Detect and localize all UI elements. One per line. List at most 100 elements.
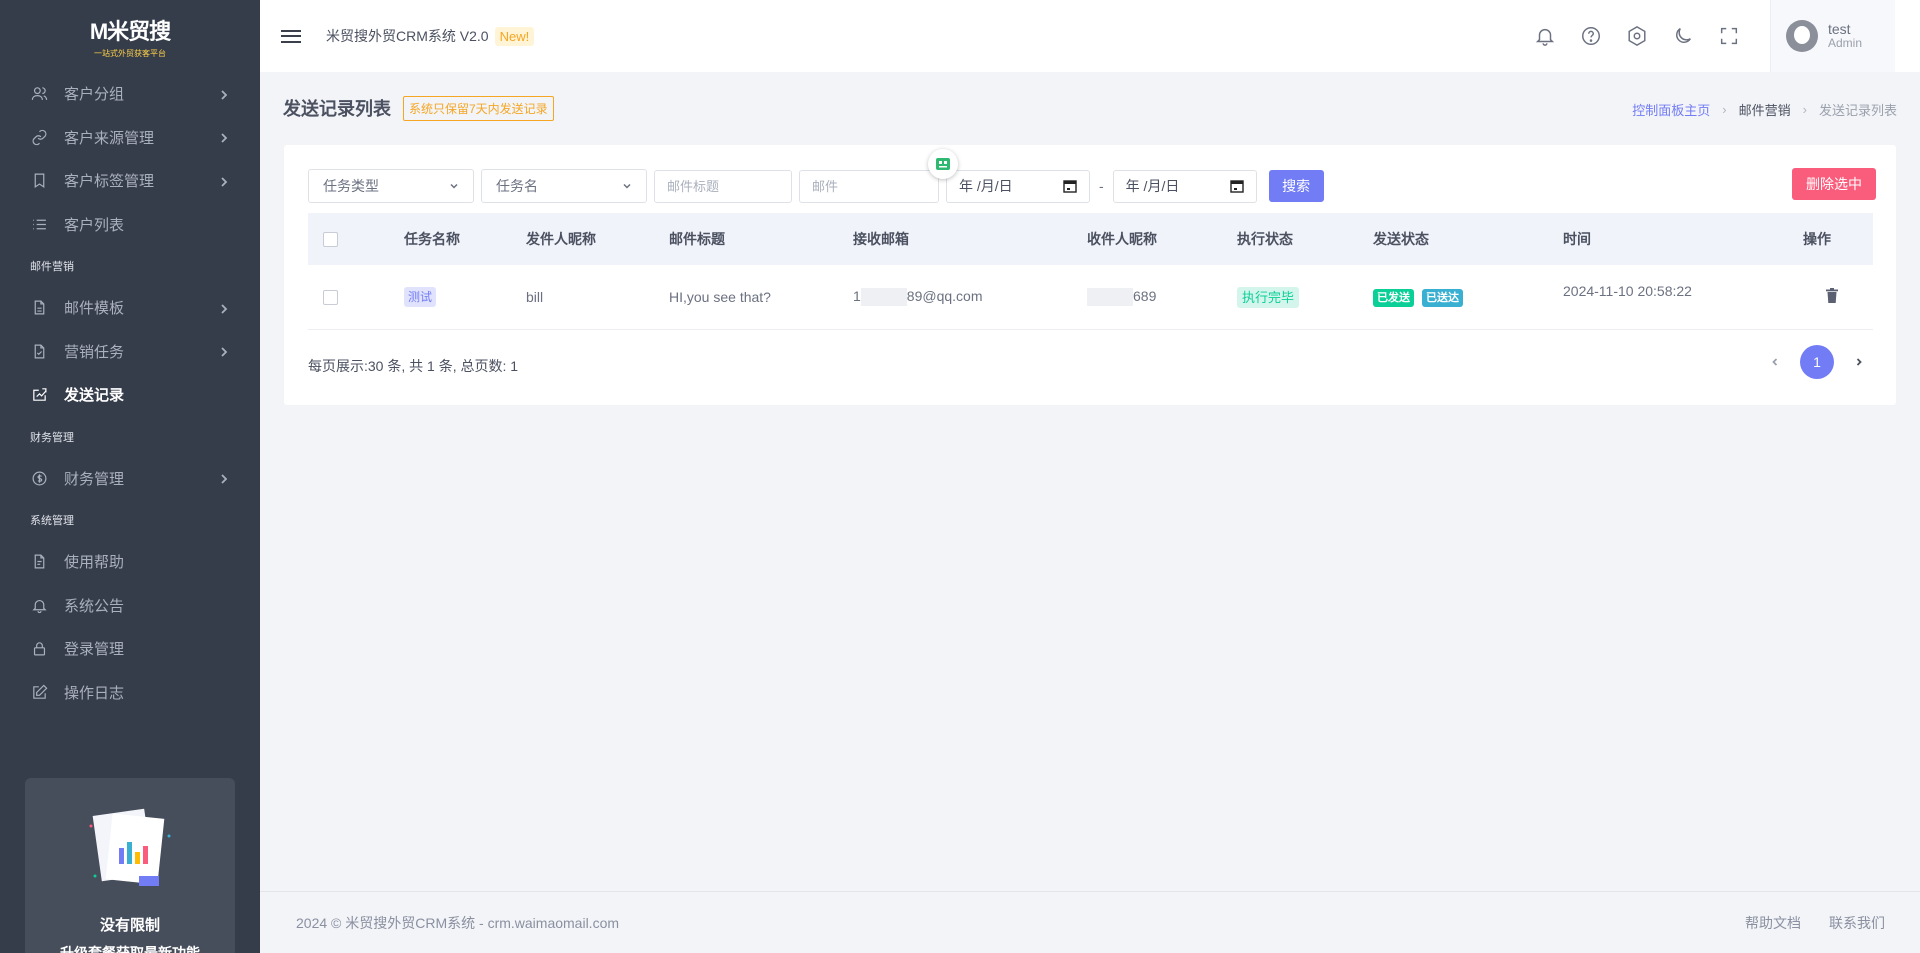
task-name-value: 任务名 [496, 178, 538, 194]
column-header: 收件人昵称 [1087, 231, 1157, 247]
dollar-icon [30, 469, 48, 487]
bell-icon[interactable] [1534, 25, 1556, 47]
help-icon[interactable] [1580, 25, 1602, 47]
sidebar-item-help[interactable]: 使用帮助 [0, 540, 260, 584]
new-badge: New! [494, 26, 535, 46]
sidebar-item-marketing-tasks[interactable]: 营销任务 [0, 330, 260, 374]
breadcrumb: 控制面板主页 › 邮件营销 › 发送记录列表 [1632, 100, 1897, 119]
subject-input[interactable] [654, 169, 792, 203]
sidebar-item-mail-templates[interactable]: 邮件模板 [0, 286, 260, 330]
fullscreen-icon[interactable] [1718, 25, 1740, 47]
breadcrumb-current: 发送记录列表 [1818, 103, 1897, 118]
sidebar-item-customer-list[interactable]: 客户列表 [0, 203, 260, 247]
page-title-bar: 发送记录列表 系统只保留7天内发送记录 控制面板主页 › 邮件营销 › 发送记录… [283, 94, 1897, 122]
row-checkbox[interactable] [323, 290, 338, 306]
recipient-suffix: 689 [1133, 287, 1157, 304]
upgrade-promo[interactable]: 没有限制 升级套餐获取最新功能 [25, 778, 235, 953]
redaction-mask [860, 287, 907, 306]
email-prefix: 1 [853, 287, 861, 304]
start-date-value: 年 /月/日 [959, 178, 1013, 194]
chevron-right-icon [218, 345, 230, 357]
filter-bar: 任务类型 任务名 年 /月/日 - 年 /月/日 搜索 [308, 169, 1324, 203]
end-date-input[interactable]: 年 /月/日 [1112, 169, 1257, 203]
sidebar-nav: 客户分组 客户来源管理 客户标签管理 客户列表 邮件营销 邮件模板 营销任务 发… [0, 72, 260, 714]
calendar-icon [1229, 180, 1244, 193]
bell-icon [30, 596, 48, 614]
edit-icon [30, 683, 48, 701]
sidebar-item-label: 财务管理 [64, 470, 125, 488]
chevron-left-icon[interactable] [1758, 345, 1792, 379]
recipient-email-cell: 1 89@qq.com [853, 265, 1087, 329]
search-button[interactable]: 搜索 [1268, 170, 1324, 202]
sidebar-item-label: 客户分组 [64, 86, 125, 104]
header-icons [1510, 0, 1740, 72]
sidebar-item-operation-log[interactable]: 操作日志 [0, 671, 260, 715]
avatar [1786, 20, 1818, 52]
trash-icon[interactable] [1825, 287, 1839, 306]
logo[interactable]: M米贸搜 一站式外贸获客平台 [0, 0, 260, 72]
sidebar-item-customer-tags[interactable]: 客户标签管理 [0, 159, 260, 203]
sidebar-item-label: 邮件模板 [64, 300, 125, 318]
sender-cell: bill [526, 288, 544, 305]
pagination: 1 [1758, 345, 1876, 379]
records-table: 任务名称 发件人昵称 邮件标题 接收邮箱 收件人昵称 执行状态 发送状态 时间 … [308, 213, 1873, 330]
sidebar-item-label: 客户来源管理 [64, 129, 155, 147]
delete-selected-button[interactable]: 删除选中 [1792, 168, 1876, 200]
sidebar-section-system: 系统管理 [30, 515, 74, 527]
sidebar-item-label: 系统公告 [64, 597, 125, 615]
retention-badge: 系统只保留7天内发送记录 [403, 95, 554, 121]
sidebar-item-label: 登录管理 [64, 641, 125, 659]
menu-toggle-icon[interactable] [281, 26, 301, 46]
records-card: 任务类型 任务名 年 /月/日 - 年 /月/日 搜索 删除选中 任务名称 发件… [284, 145, 1896, 405]
time-cell: 2024-11-10 20:58:22 [1563, 283, 1692, 299]
chevron-right-icon[interactable] [1842, 345, 1876, 379]
task-icon [30, 342, 48, 360]
promo-subtitle: 升级套餐获取最新功能 [60, 945, 200, 953]
task-type-select[interactable]: 任务类型 [308, 169, 474, 203]
page-number-button[interactable]: 1 [1800, 345, 1834, 379]
page-title: 发送记录列表 [283, 99, 391, 119]
column-header: 执行状态 [1237, 231, 1293, 247]
end-date-value: 年 /月/日 [1125, 178, 1180, 194]
sidebar-item-finance[interactable]: 财务管理 [0, 457, 260, 501]
promo-title: 没有限制 [99, 917, 160, 934]
moon-icon[interactable] [1672, 25, 1694, 47]
sidebar-item-send-records[interactable]: 发送记录 [0, 373, 260, 417]
doc-icon [30, 553, 48, 571]
sidebar-item-login-management[interactable]: 登录管理 [0, 627, 260, 671]
sidebar-item-announcements[interactable]: 系统公告 [0, 584, 260, 628]
redaction-mask [1087, 287, 1133, 306]
topbar: 米贸搜外贸CRM系统 V2.0 New! test Admin [260, 0, 1920, 72]
breadcrumb-section[interactable]: 邮件营销 [1739, 100, 1791, 119]
chevron-right-icon [218, 302, 230, 314]
breadcrumb-home[interactable]: 控制面板主页 [1632, 100, 1710, 119]
settings-icon[interactable] [1626, 25, 1648, 47]
footer: 2024 © 米贸搜外贸CRM系统 - crm.waimaomail.com 帮… [260, 891, 1920, 953]
date-range-separator: - [1099, 178, 1104, 194]
column-header: 操作 [1803, 231, 1831, 247]
sidebar: M米贸搜 一站式外贸获客平台 客户分组 客户来源管理 客户标签管理 客户列表 邮… [0, 0, 260, 953]
user-menu[interactable]: test Admin [1770, 0, 1895, 72]
task-name-select[interactable]: 任务名 [481, 169, 647, 203]
chevron-right-icon [218, 175, 230, 187]
column-header: 时间 [1563, 231, 1591, 247]
footer-copyright: 2024 © 米贸搜外贸CRM系统 - crm.waimaomail.com [296, 914, 620, 931]
assistant-icon[interactable] [928, 149, 958, 179]
exec-status-badge: 执行完毕 [1237, 287, 1300, 309]
report-illustration [85, 806, 175, 896]
table-header-row: 任务名称 发件人昵称 邮件标题 接收邮箱 收件人昵称 执行状态 发送状态 时间 … [308, 213, 1873, 265]
task-name-tag[interactable]: 测试 [404, 287, 437, 308]
sidebar-item-customer-sources[interactable]: 客户来源管理 [0, 116, 260, 160]
user-role: Admin [1828, 36, 1863, 51]
sidebar-item-label: 使用帮助 [64, 554, 125, 572]
sidebar-section-finance: 财务管理 [30, 431, 74, 444]
start-date-input[interactable]: 年 /月/日 [946, 169, 1090, 203]
column-header: 接收邮箱 [853, 231, 909, 247]
footer-contact-link[interactable]: 联系我们 [1829, 913, 1885, 933]
select-all-checkbox[interactable] [323, 232, 338, 248]
chevron-right-icon [218, 88, 230, 100]
footer-help-link[interactable]: 帮助文档 [1745, 913, 1801, 933]
sidebar-item-label: 客户标签管理 [64, 173, 155, 191]
sidebar-item-customer-groups[interactable]: 客户分组 [0, 72, 260, 116]
email-input[interactable] [799, 169, 939, 203]
